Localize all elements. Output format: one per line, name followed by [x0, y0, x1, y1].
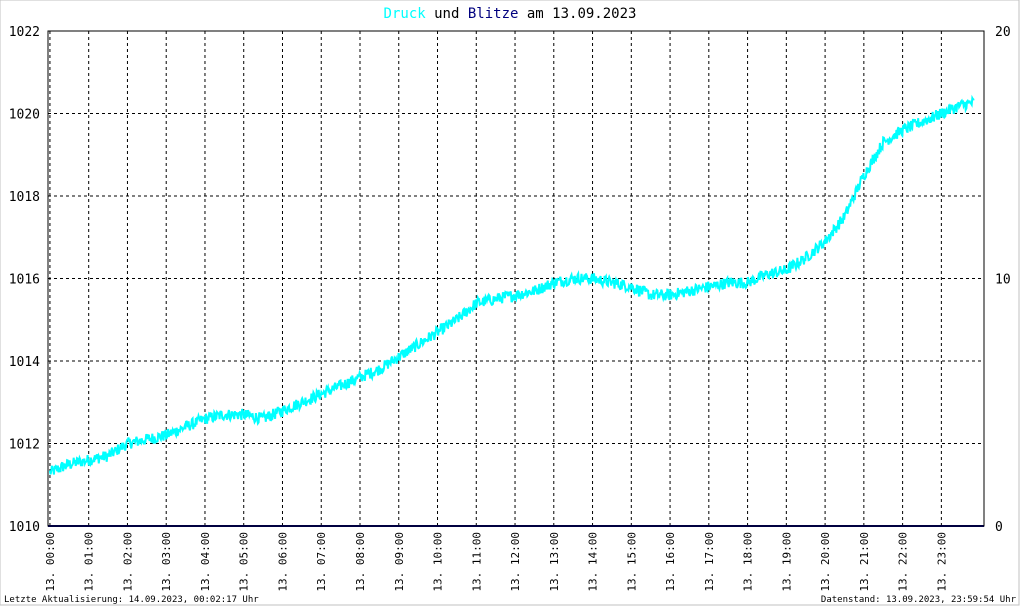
title-series-druck: Druck [384, 6, 427, 22]
x-tick-label: 13. 01:00 [83, 532, 96, 592]
druck-blitze-chart: Druck und Blitze am 13.09.2023 1010 1012 1… [0, 0, 1020, 606]
x-tick-label: 13. 06:00 [276, 532, 289, 592]
x-tick-label: 13. 14:00 [587, 532, 600, 592]
y-left-tick-label: 1010 [9, 520, 40, 535]
x-tick-label: 13. 00:00 [44, 532, 57, 592]
x-tick-label: 13. 15:00 [625, 532, 638, 592]
x-tick-label: 13. 09:00 [393, 532, 406, 592]
y-left-tick-label: 1012 [9, 438, 40, 453]
footer-last-update: Letzte Aktualisierung: 14.09.2023, 00:02… [4, 595, 259, 605]
title-series-blitze: Blitze [468, 6, 519, 22]
x-tick-label: 13. 12:00 [509, 532, 522, 592]
x-tick-label: 13. 10:00 [432, 532, 445, 592]
x-tick-label: 13. 22:00 [897, 532, 910, 592]
y-left-tick-label: 1022 [9, 25, 40, 40]
y-left-tick-label: 1020 [9, 108, 40, 123]
x-tick-label: 13. 03:00 [160, 532, 173, 592]
x-tick-label: 13. 02:00 [121, 532, 134, 592]
footer-data-timestamp: Datenstand: 13.09.2023, 23:59:54 Uhr [821, 595, 1017, 605]
chart-title: Druck und Blitze am 13.09.2023 [384, 6, 637, 22]
y-left-tick-label: 1018 [9, 190, 40, 205]
x-tick-label: 13. 17:00 [703, 532, 716, 592]
title-separator: und [426, 6, 468, 22]
x-tick-label: 13. 18:00 [742, 532, 755, 592]
y-right-tick-label: 10 [995, 273, 1011, 288]
x-tick-label: 13. 11:00 [470, 532, 483, 592]
y-left-tick-label: 1014 [9, 355, 40, 370]
y-right-tick-label: 0 [995, 520, 1003, 535]
x-tick-label: 13. 23:00 [935, 532, 948, 592]
title-date: am 13.09.2023 [518, 6, 636, 22]
chart-background [0, 0, 1020, 606]
y-left-tick-label: 1016 [9, 273, 40, 288]
x-tick-label: 13. 19:00 [780, 532, 793, 592]
x-tick-label: 13. 21:00 [858, 532, 871, 592]
x-tick-label: 13. 05:00 [238, 532, 251, 592]
x-tick-label: 13. 04:00 [199, 532, 212, 592]
x-tick-label: 13. 20:00 [819, 532, 832, 592]
x-tick-label: 13. 13:00 [548, 532, 561, 592]
x-tick-label: 13. 16:00 [664, 532, 677, 592]
x-tick-label: 13. 08:00 [354, 532, 367, 592]
x-tick-label: 13. 07:00 [315, 532, 328, 592]
y-right-tick-label: 20 [995, 25, 1011, 40]
